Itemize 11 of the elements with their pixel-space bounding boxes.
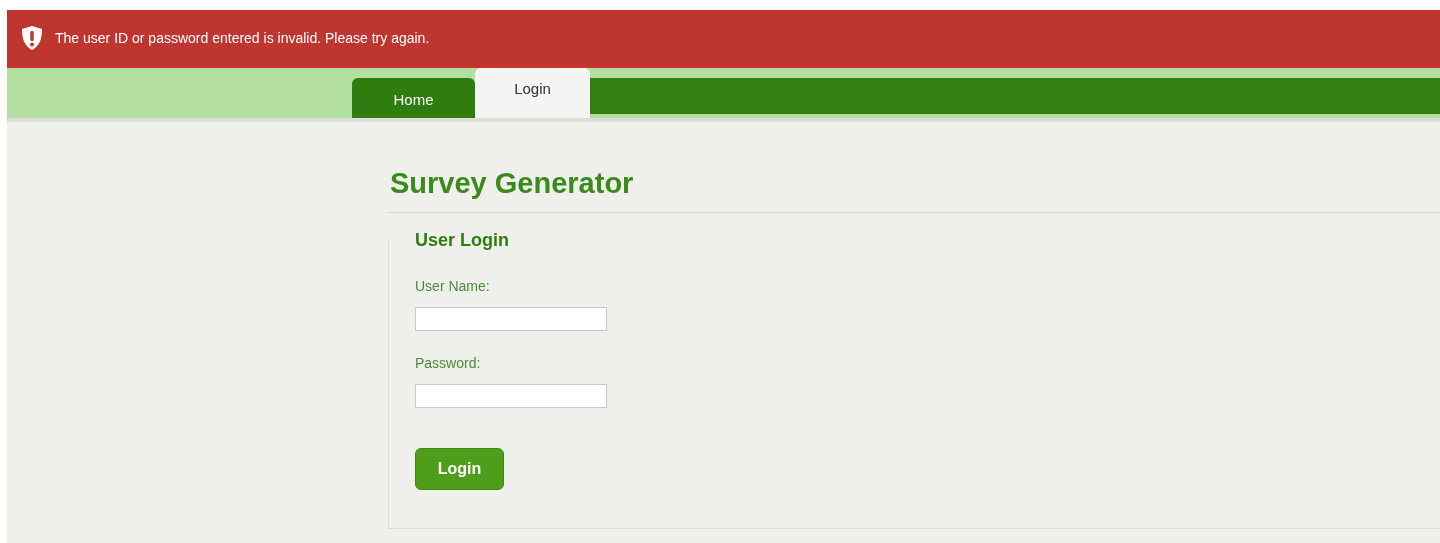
field-label: Password:: [415, 353, 481, 373]
field-label: User Name:: [415, 276, 490, 296]
input-field[interactable]: [415, 306, 607, 331]
nav-tab[interactable]: Login: [475, 68, 590, 118]
login-button[interactable]: Login: [415, 447, 504, 490]
input-field[interactable]: [415, 383, 607, 408]
error-message: The user ID or password entered is invalid. Please try again.: [55, 28, 430, 48]
page-title: Survey Generator: [389, 166, 634, 201]
form-legend: User Login: [415, 226, 509, 254]
shield-alert-icon: [21, 25, 43, 51]
nav-tab[interactable]: Home: [352, 78, 475, 118]
